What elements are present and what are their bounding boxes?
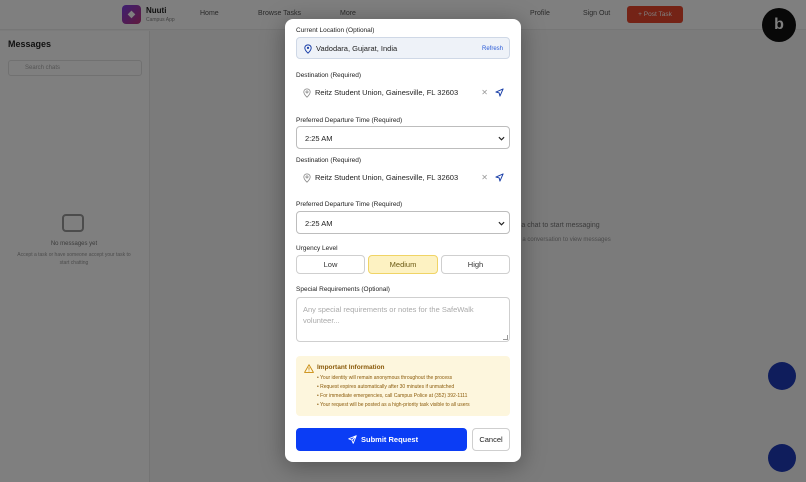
current-location-field[interactable]: Vadodara, Gujarat, India Refresh [296,37,510,59]
departure-time-label: Preferred Departure Time (Required) [296,117,403,124]
info-item: • Your request will be posted as a high-… [317,402,470,408]
navigation-arrow-icon[interactable] [495,88,504,97]
location-pin-icon [303,88,311,98]
send-icon [348,435,357,444]
destination-label: Destination (Required) [296,157,362,164]
special-requirements-textarea[interactable]: Any special requirements or notes for th… [296,297,510,342]
navigation-arrow-icon[interactable] [495,173,504,182]
urgency-high-button[interactable]: High [441,255,510,274]
destination-value: Reitz Student Union, Gainesville, FL 326… [315,173,459,182]
info-item: • Your identity will remain anonymous th… [317,375,453,381]
chevron-down-icon [498,221,505,226]
current-location-label: Current Location (Optional) [296,27,375,34]
departure-time-value: 2:25 AM [305,219,333,228]
info-list: • Your identity will remain anonymous th… [317,374,470,410]
departure-time-label: Preferred Departure Time (Required) [296,201,403,208]
refresh-location-button[interactable]: Refresh [482,38,503,60]
special-requirements-placeholder: Any special requirements or notes for th… [303,305,474,325]
chevron-down-icon [498,136,505,141]
info-item: • Request expires automatically after 30… [317,384,455,390]
urgency-medium-button[interactable]: Medium [368,255,438,274]
current-location-value: Vadodara, Gujarat, India [316,44,398,53]
submit-request-label: Submit Request [361,435,419,444]
destination-label: Destination (Required) [296,72,362,79]
special-requirements-label: Special Requirements (Optional) [296,286,390,293]
clear-destination-icon[interactable]: ✕ [481,167,488,189]
destination-value: Reitz Student Union, Gainesville, FL 326… [315,88,459,97]
destination-field[interactable]: Reitz Student Union, Gainesville, FL 326… [296,167,510,189]
submit-request-button[interactable]: Submit Request [296,428,467,451]
important-info-box: Important Information • Your identity wi… [296,356,510,416]
clear-destination-icon[interactable]: ✕ [481,82,488,104]
departure-time-select[interactable]: 2:25 AM [296,126,510,149]
destination-field[interactable]: Reitz Student Union, Gainesville, FL 326… [296,82,510,104]
location-pin-icon [303,173,311,183]
urgency-label: Urgency Level [296,245,338,252]
urgency-low-button[interactable]: Low [296,255,365,274]
departure-time-value: 2:25 AM [305,134,333,143]
cancel-button[interactable]: Cancel [472,428,510,451]
departure-time-select[interactable]: 2:25 AM [296,211,510,234]
warning-icon [304,364,314,373]
info-title: Important Information [317,364,385,371]
safewalk-request-modal: Current Location (Optional) Vadodara, Gu… [285,19,521,462]
resize-handle-icon[interactable] [503,335,508,340]
info-item: • For immediate emergencies, call Campus… [317,393,468,399]
location-pin-icon [304,44,312,54]
